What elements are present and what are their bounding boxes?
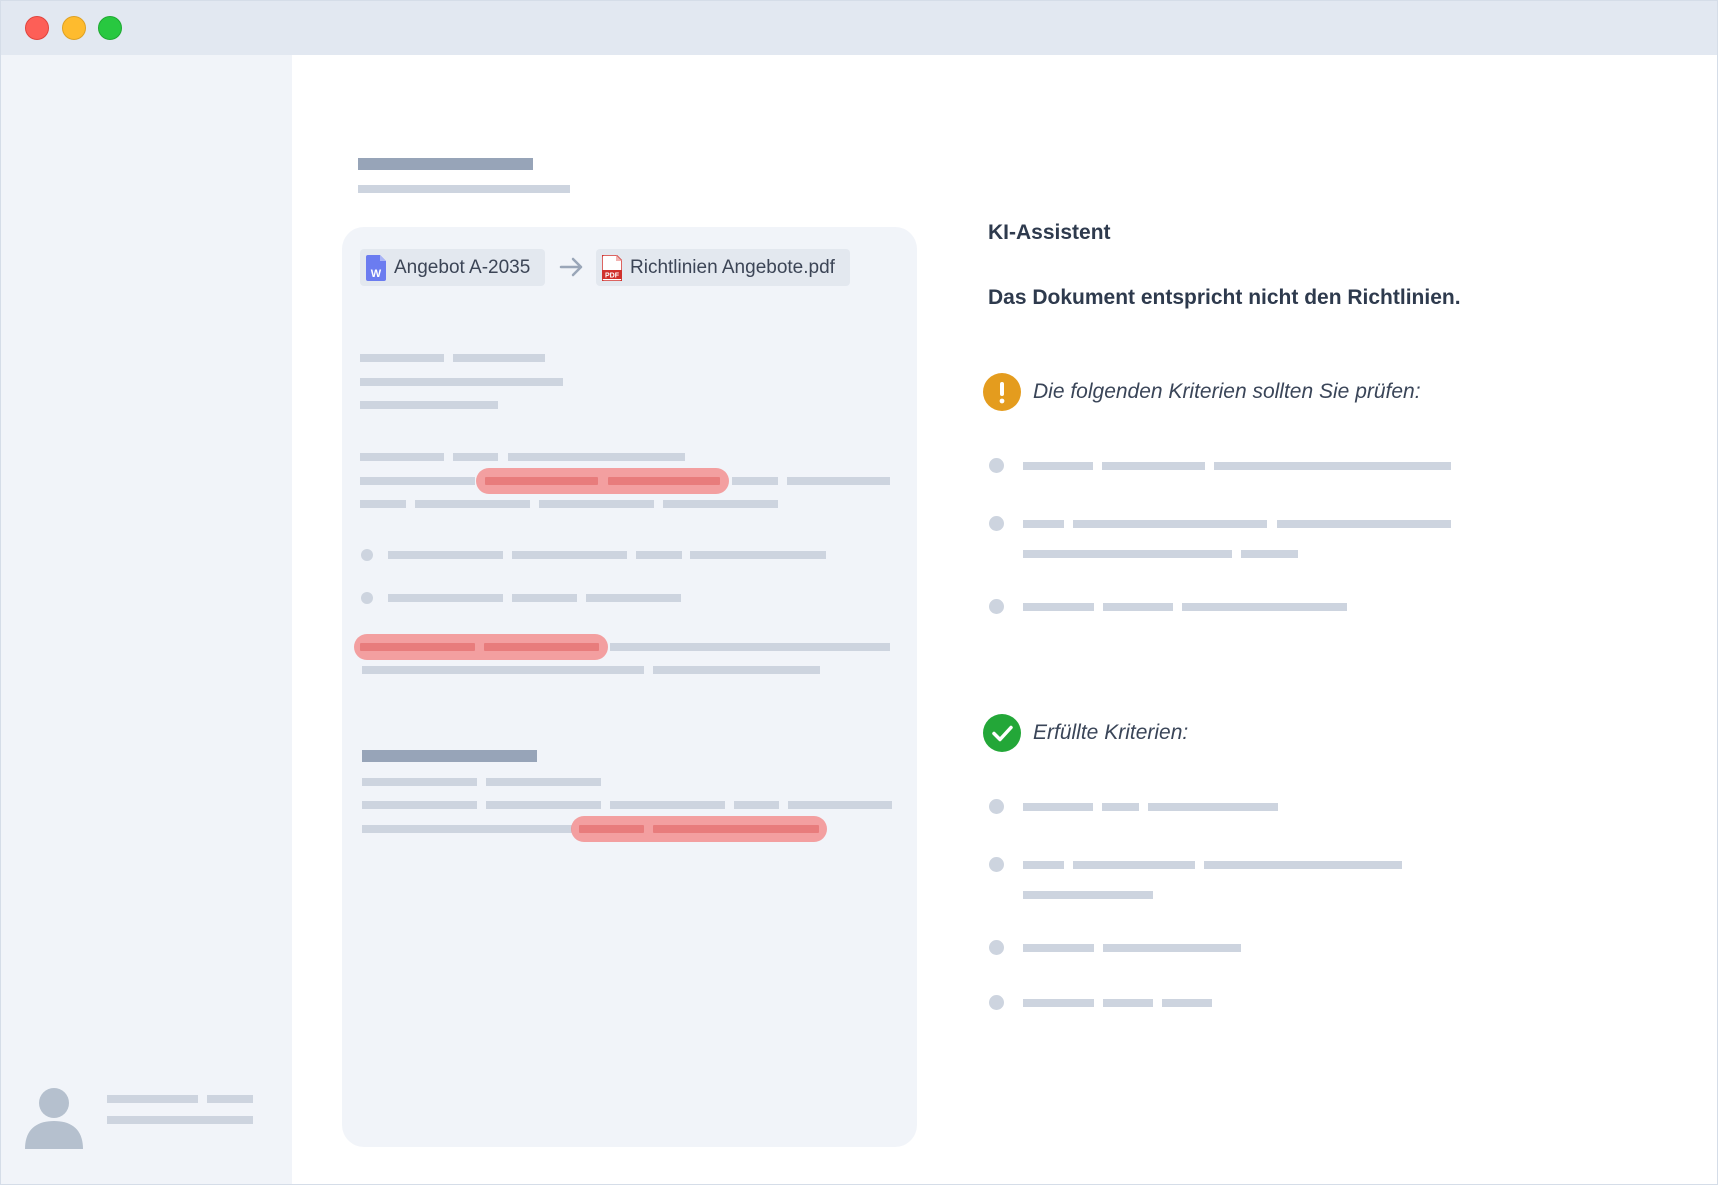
user-role-placeholder	[107, 1116, 253, 1124]
text-line-placeholder	[388, 551, 503, 559]
criteria-text-placeholder[interactable]	[1204, 861, 1402, 869]
criteria-text-placeholder[interactable]	[1277, 520, 1451, 528]
text-line-placeholder	[508, 453, 685, 461]
text-line-placeholder	[787, 477, 890, 485]
criteria-bullet	[989, 940, 1004, 955]
page-title-placeholder	[358, 158, 533, 170]
criteria-bullet	[989, 995, 1004, 1010]
user-avatar-icon[interactable]	[23, 1087, 85, 1149]
title-bar	[1, 1, 1717, 55]
text-line-placeholder	[734, 801, 779, 809]
criteria-text-placeholder[interactable]	[1023, 861, 1064, 869]
criteria-text-placeholder[interactable]	[1023, 603, 1094, 611]
text-line-placeholder	[663, 500, 778, 508]
arrow-right-icon	[559, 257, 583, 277]
user-name-placeholder	[107, 1095, 198, 1103]
page-subtitle-placeholder	[358, 185, 570, 193]
assistant-title: KI-Assistent	[988, 221, 1111, 244]
close-window-button[interactable]	[25, 16, 49, 40]
criteria-text-placeholder[interactable]	[1103, 999, 1153, 1007]
highlighted-issue[interactable]	[571, 816, 827, 842]
criteria-text-placeholder[interactable]	[1241, 550, 1298, 558]
warning-icon	[983, 373, 1021, 411]
criteria-bullet	[989, 458, 1004, 473]
assistant-result: Das Dokument entspricht nicht den Richtl…	[988, 286, 1461, 309]
reference-file-name: Richtlinien Angebote.pdf	[630, 256, 835, 278]
criteria-text-placeholder[interactable]	[1073, 520, 1267, 528]
criteria-text-placeholder[interactable]	[1214, 462, 1451, 470]
text-line-placeholder	[362, 801, 477, 809]
text-line-placeholder	[360, 500, 406, 508]
criteria-bullet	[989, 857, 1004, 872]
text-line-placeholder	[653, 666, 820, 674]
criteria-text-placeholder[interactable]	[1023, 803, 1093, 811]
text-line-placeholder	[360, 378, 563, 386]
text-line-placeholder	[486, 778, 601, 786]
text-line-placeholder	[362, 778, 477, 786]
criteria-text-placeholder[interactable]	[1103, 944, 1241, 952]
text-line-placeholder	[360, 401, 498, 409]
document-panel	[342, 227, 917, 1147]
criteria-bullet	[989, 599, 1004, 614]
text-line-placeholder	[388, 594, 503, 602]
criteria-text-placeholder[interactable]	[1182, 603, 1347, 611]
text-line-placeholder	[636, 551, 682, 559]
criteria-text-placeholder[interactable]	[1023, 891, 1153, 899]
criteria-text-placeholder[interactable]	[1102, 462, 1205, 470]
criteria-text-placeholder[interactable]	[1103, 603, 1173, 611]
reference-file-chip[interactable]: PDF Richtlinien Angebote.pdf	[596, 249, 850, 286]
review-criteria-label: Die folgenden Kriterien sollten Sie prüf…	[1033, 380, 1421, 403]
section-heading-placeholder	[362, 750, 537, 762]
criteria-text-placeholder[interactable]	[1023, 944, 1094, 952]
fulfilled-criteria-label: Erfüllte Kriterien:	[1033, 721, 1189, 744]
text-line-placeholder	[586, 594, 681, 602]
svg-text:PDF: PDF	[605, 272, 620, 279]
bullet-point	[361, 592, 373, 604]
text-line-placeholder	[453, 453, 498, 461]
sidebar	[1, 55, 292, 1184]
minimize-window-button[interactable]	[62, 16, 86, 40]
text-line-placeholder	[486, 801, 601, 809]
criteria-bullet	[989, 516, 1004, 531]
text-line-placeholder	[788, 801, 892, 809]
check-icon	[983, 714, 1021, 752]
criteria-text-placeholder[interactable]	[1023, 999, 1094, 1007]
highlighted-issue[interactable]	[476, 468, 729, 494]
word-document-icon: W	[366, 254, 386, 281]
criteria-text-placeholder[interactable]	[1148, 803, 1278, 811]
text-line-placeholder	[360, 477, 475, 485]
review-criteria-heading: Die folgenden Kriterien sollten Sie prüf…	[983, 373, 1421, 411]
criteria-text-placeholder[interactable]	[1162, 999, 1212, 1007]
text-line-placeholder	[539, 500, 654, 508]
text-line-placeholder	[415, 500, 530, 508]
criteria-bullet	[989, 799, 1004, 814]
text-line-placeholder	[362, 825, 572, 833]
bullet-point	[361, 549, 373, 561]
criteria-text-placeholder[interactable]	[1102, 803, 1139, 811]
text-line-placeholder	[610, 801, 725, 809]
source-file-name: Angebot A-2035	[394, 256, 531, 278]
user-name-placeholder	[207, 1095, 253, 1103]
text-line-placeholder	[512, 551, 627, 559]
text-line-placeholder	[610, 643, 890, 651]
svg-text:W: W	[371, 268, 382, 280]
source-file-chip[interactable]: W Angebot A-2035	[360, 249, 545, 286]
criteria-text-placeholder[interactable]	[1073, 861, 1195, 869]
text-line-placeholder	[360, 354, 444, 362]
text-line-placeholder	[690, 551, 826, 559]
text-line-placeholder	[512, 594, 577, 602]
text-line-placeholder	[453, 354, 545, 362]
criteria-text-placeholder[interactable]	[1023, 520, 1064, 528]
text-line-placeholder	[732, 477, 778, 485]
fulfilled-criteria-heading: Erfüllte Kriterien:	[983, 714, 1188, 752]
criteria-text-placeholder[interactable]	[1023, 462, 1093, 470]
text-line-placeholder	[360, 453, 444, 461]
criteria-text-placeholder[interactable]	[1023, 550, 1232, 558]
text-line-placeholder	[362, 666, 644, 674]
highlighted-issue[interactable]	[354, 634, 608, 660]
pdf-document-icon: PDF	[602, 254, 622, 281]
app-window: W Angebot A-2035 PDF Richtlinien Angebot…	[0, 0, 1718, 1185]
zoom-window-button[interactable]	[98, 16, 122, 40]
